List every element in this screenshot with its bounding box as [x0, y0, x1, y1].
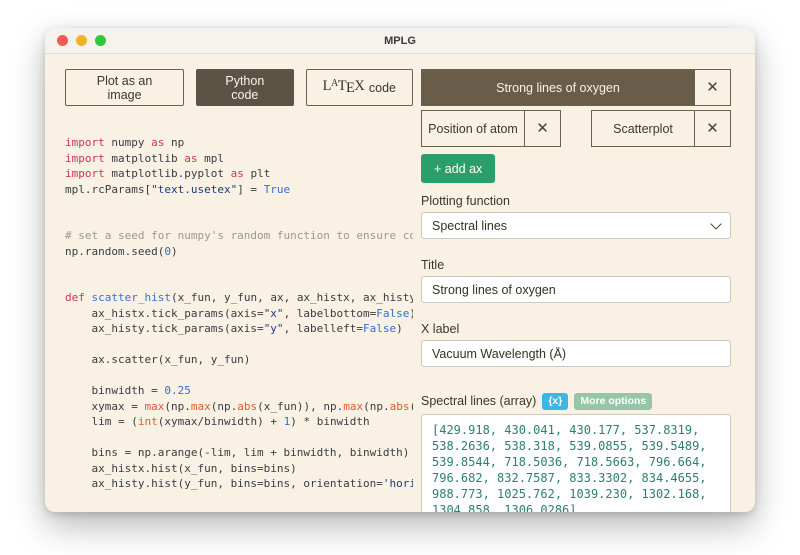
code-line: xymax = max(np.max(np.abs(x_fun)), np.ma…	[65, 399, 413, 413]
minimize-window-button[interactable]	[76, 35, 87, 46]
tab-scatterplot[interactable]: Scatterplot	[592, 111, 694, 146]
latex-logo: LATEX	[323, 78, 365, 98]
latex-code-suffix: code	[368, 80, 396, 95]
close-active-ax-button[interactable]: ✕	[694, 70, 730, 105]
chevron-down-icon	[710, 217, 722, 230]
close-position-of-atom-button[interactable]: ✕	[524, 111, 560, 146]
other-ax-tabs-row: Position of atom ✕ Scatterplot ✕	[421, 110, 731, 147]
code-line: import numpy as np	[65, 136, 185, 149]
code-line: # set a seed for numpy's random function…	[65, 229, 413, 242]
code-line: import matplotlib as mpl	[65, 151, 224, 165]
window-title: MPLG	[384, 34, 416, 47]
app-window: MPLG Plot as an image Python code LATEX c…	[45, 28, 755, 512]
window-body: Plot as an image Python code LATEX code i…	[45, 54, 755, 512]
latex-code-button[interactable]: LATEX code	[305, 69, 413, 106]
latex-logo-x: X	[354, 77, 365, 94]
code-editor: import numpy as np import matplotlib as m…	[65, 135, 413, 492]
traffic-lights	[57, 28, 106, 53]
plot-as-image-button[interactable]: Plot as an image	[65, 69, 185, 106]
code-line: import matplotlib.pyplot as plt	[65, 167, 271, 180]
spectral-lines-array-label: Spectral lines (array)	[421, 393, 537, 408]
close-window-button[interactable]	[57, 35, 68, 46]
code-panel: Plot as an image Python code LATEX code i…	[65, 69, 413, 512]
title-input[interactable]	[421, 276, 731, 303]
variable-badge-button[interactable]: {x}	[542, 393, 569, 410]
code-line: binwidth = 0.25	[65, 384, 191, 397]
array-label-row: Spectral lines (array) {x} More options	[421, 393, 731, 410]
code-line: def scatter_hist(x_fun, y_fun, ax, ax_hi…	[65, 291, 413, 304]
code-line: ax_histy.tick_params(axis="y", labelleft…	[65, 322, 403, 335]
code-line: np.random.seed(0)	[65, 244, 178, 258]
scatterplot-tab-group: Scatterplot ✕	[591, 110, 731, 147]
code-line: bins = np.arange(-lim, lim + binwidth, b…	[65, 446, 410, 459]
code-line: lim = (int(xymax/binwidth) + 1) * binwid…	[65, 415, 370, 428]
desktop: MPLG Plot as an image Python code LATEX c…	[0, 0, 800, 555]
plotting-function-value: Spectral lines	[432, 218, 508, 233]
more-options-button[interactable]: More options	[574, 393, 653, 410]
output-mode-toolbar: Plot as an image Python code LATEX code	[65, 69, 413, 106]
axes-config-panel: Strong lines of oxygen ✕ Position of ato…	[421, 69, 731, 512]
x-label-input[interactable]	[421, 340, 731, 367]
close-icon: ✕	[706, 119, 719, 137]
x-label-label: X label	[421, 322, 460, 336]
plotting-function-select[interactable]: Spectral lines	[421, 212, 731, 239]
position-of-atom-tab-group: Position of atom ✕	[421, 110, 561, 147]
code-line: ax_histx.hist(x_fun, bins=bins)	[65, 461, 297, 475]
tab-strong-lines-of-oxygen[interactable]: Strong lines of oxygen	[422, 70, 694, 105]
add-ax-button[interactable]: + add ax	[421, 154, 496, 183]
code-line: ax.scatter(x_fun, y_fun)	[65, 353, 251, 366]
close-scatterplot-button[interactable]: ✕	[694, 111, 730, 146]
tab-position-of-atom[interactable]: Position of atom	[422, 111, 524, 146]
title-label: Title	[421, 258, 445, 272]
zoom-window-button[interactable]	[95, 35, 106, 46]
titlebar: MPLG	[45, 28, 755, 54]
python-code-button[interactable]: Python code	[196, 69, 294, 106]
close-icon: ✕	[536, 119, 549, 137]
plotting-function-label: Plotting function	[421, 194, 510, 208]
array-textarea[interactable]	[421, 413, 731, 512]
close-icon: ✕	[706, 78, 719, 96]
code-line: mpl.rcParams["text.usetex"] = True	[65, 182, 291, 196]
active-ax-tab-group: Strong lines of oxygen ✕	[421, 69, 731, 106]
code-line: ax_histx.tick_params(axis="x", labelbott…	[65, 306, 413, 320]
code-line: ax_histy.hist(y_fun, bins=bins, orientat…	[65, 477, 413, 490]
